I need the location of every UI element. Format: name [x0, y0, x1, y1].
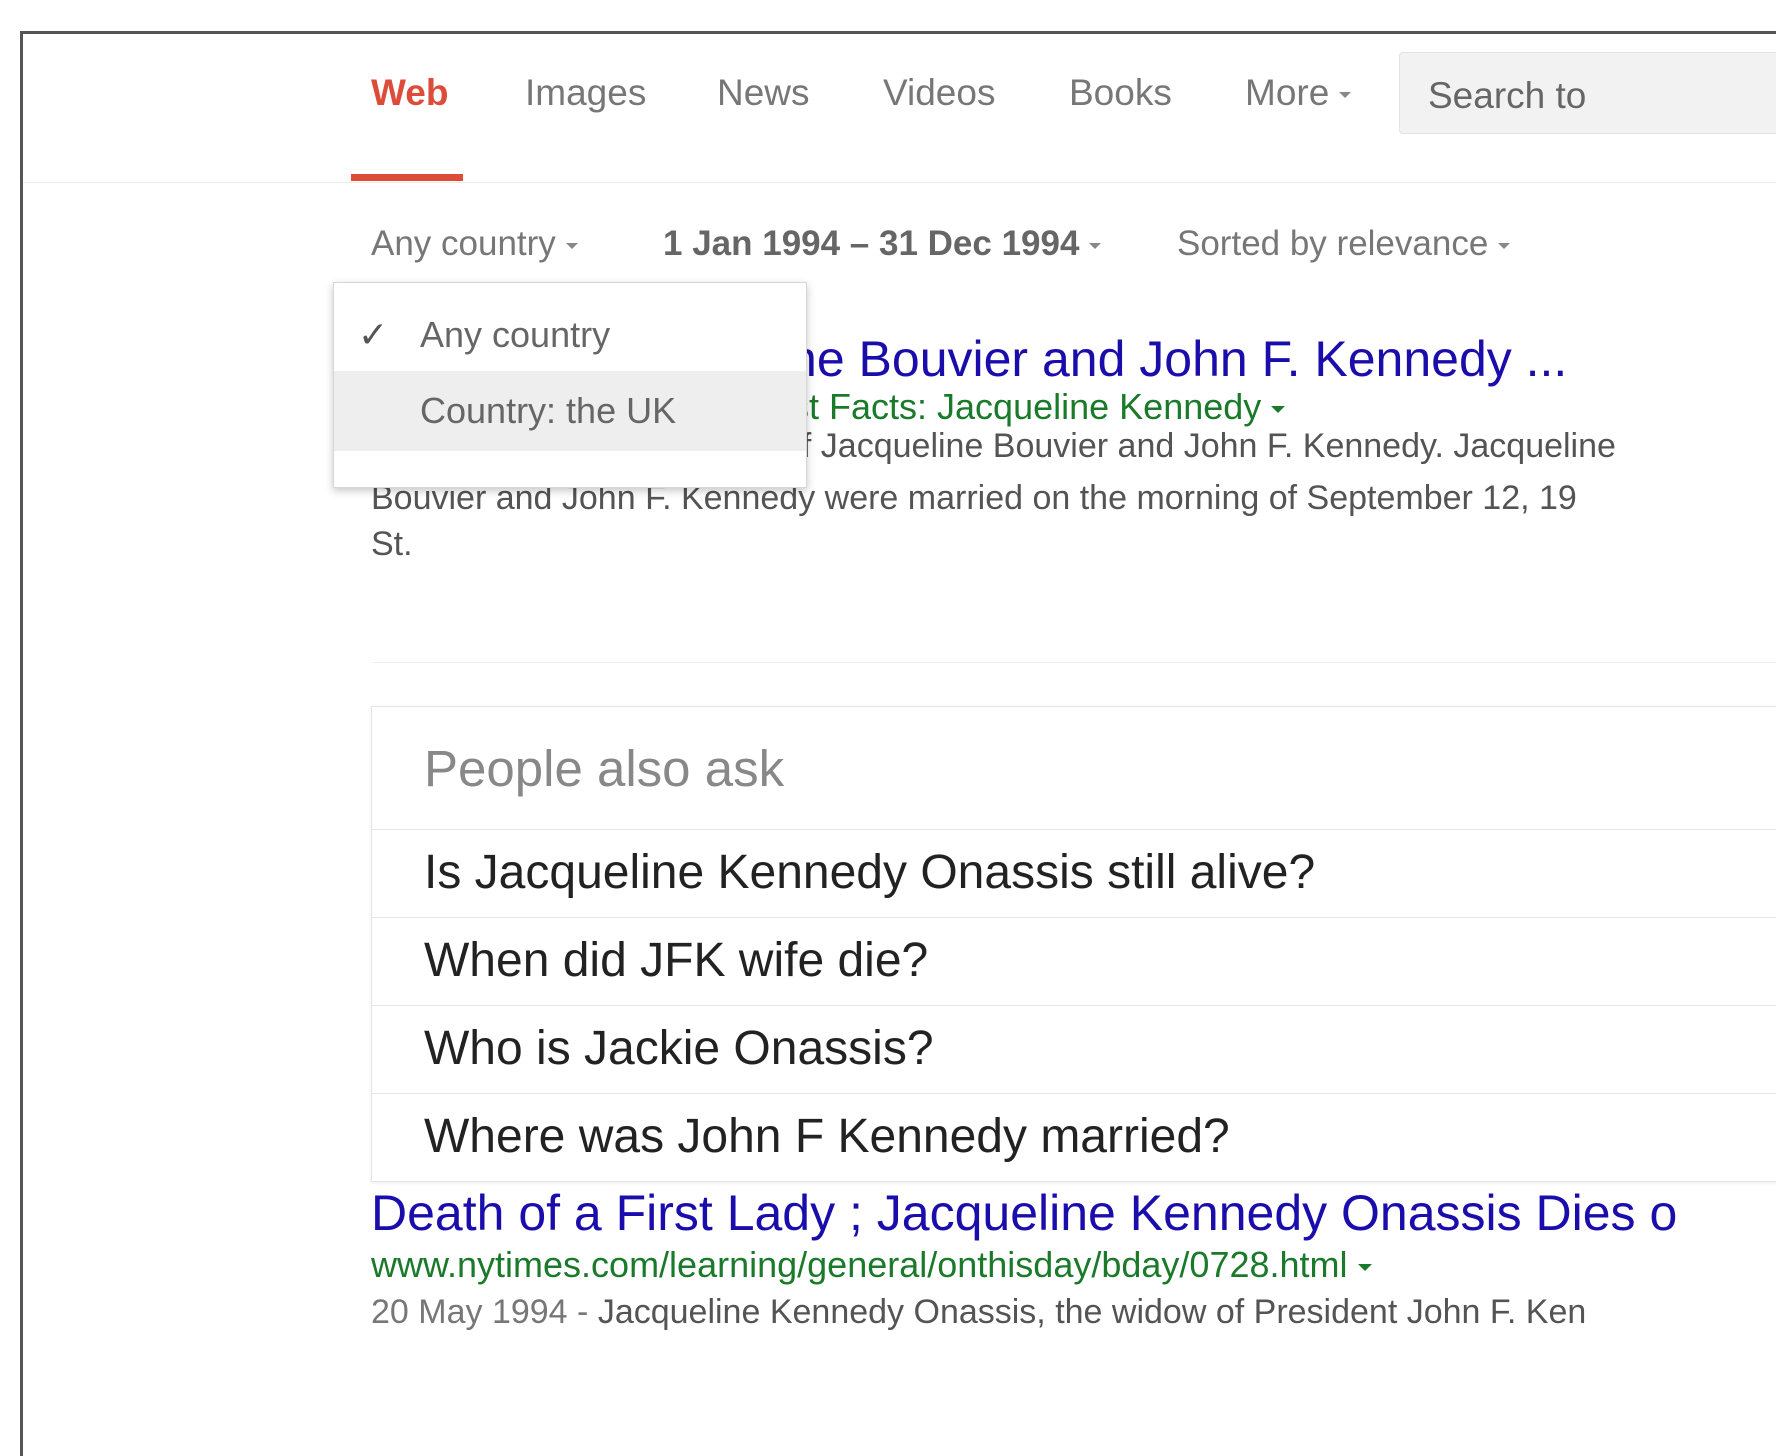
tab-books[interactable]: Books — [1069, 72, 1172, 114]
country-dropdown-menu: ✓ Any country Country: the UK — [333, 282, 807, 488]
result-2-url[interactable]: www.nytimes.com/learning/general/onthisd… — [371, 1244, 1372, 1286]
country-filter-label: Any country — [371, 224, 556, 263]
sort-filter[interactable]: Sorted by relevance — [1177, 224, 1511, 264]
date-range-filter[interactable]: 1 Jan 1994 – 31 Dec 1994 — [663, 224, 1102, 264]
search-tabs-bar: Web Images News Videos Books More Search… — [23, 34, 1776, 183]
paa-question[interactable]: Where was John F Kennedy married? — [372, 1093, 1776, 1181]
chevron-down-icon — [1339, 92, 1352, 99]
result-1-snippet-line-1: of Jacqueline Bouvier and John F. Kenned… — [783, 427, 1616, 465]
result-2-snippet-text: Jacqueline Kennedy Onassis, the widow of… — [597, 1293, 1587, 1331]
tab-more-label: More — [1245, 72, 1330, 113]
chevron-down-icon — [1089, 242, 1102, 249]
tab-web[interactable]: Web — [371, 72, 448, 114]
tab-images[interactable]: Images — [525, 72, 646, 114]
chevron-down-icon — [1357, 1263, 1372, 1271]
country-filter[interactable]: Any country — [371, 224, 578, 264]
menu-item-label: Any country — [420, 314, 611, 355]
tab-videos[interactable]: Videos — [883, 72, 995, 114]
chevron-down-icon — [1498, 242, 1511, 249]
result-1-snippet-line-3: St. — [371, 525, 413, 563]
tab-more[interactable]: More — [1245, 72, 1352, 114]
tab-news[interactable]: News — [717, 72, 810, 114]
checkmark-icon: ✓ — [358, 314, 389, 355]
menu-item-any-country[interactable]: ✓ Any country — [334, 295, 806, 375]
result-2-title[interactable]: Death of a First Lady ; Jacqueline Kenne… — [371, 1184, 1677, 1242]
people-also-ask-panel: People also ask Is Jacqueline Kennedy On… — [371, 706, 1776, 1182]
chevron-down-icon — [1271, 405, 1286, 413]
result-1-title[interactable]: eline Bouvier and John F. Kennedy ... — [739, 330, 1567, 388]
date-range-label: 1 Jan 1994 – 31 Dec 1994 — [663, 224, 1080, 263]
paa-question[interactable]: Is Jacqueline Kennedy Onassis still aliv… — [372, 829, 1776, 917]
browser-frame: Web Images News Videos Books More Search… — [20, 31, 1776, 1456]
people-also-ask-heading: People also ask — [424, 740, 785, 797]
result-divider — [373, 662, 1776, 663]
active-tab-indicator — [351, 174, 463, 181]
paa-question[interactable]: When did JFK wife die? — [372, 917, 1776, 1005]
menu-item-label: Country: the UK — [420, 390, 677, 431]
chevron-down-icon — [565, 242, 578, 249]
search-tools-button[interactable]: Search to — [1399, 52, 1776, 134]
menu-item-country-uk[interactable]: Country: the UK — [334, 371, 806, 451]
result-2-snippet: 20 May 1994 - Jacqueline Kennedy Onassis… — [371, 1293, 1587, 1331]
paa-question[interactable]: Who is Jackie Onassis? — [372, 1005, 1776, 1093]
result-2-date: 20 May 1994 — [371, 1293, 568, 1331]
sort-filter-label: Sorted by relevance — [1177, 224, 1489, 263]
result-2-url-label: www.nytimes.com/learning/general/onthisd… — [371, 1244, 1348, 1285]
